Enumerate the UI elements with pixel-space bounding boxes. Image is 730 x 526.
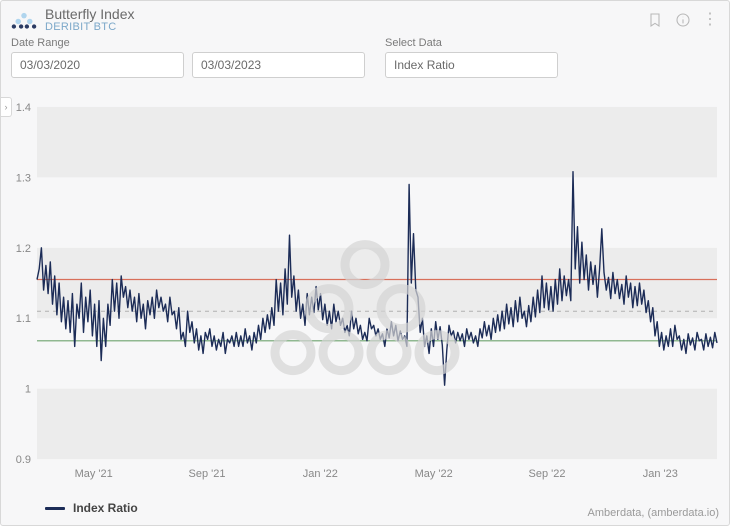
select-data-inputs — [385, 52, 558, 78]
chart-canvas[interactable]: 0.9 1 1.1 1.2 1.3 1.4 May '21 Sep '21 Jan '22 May… — [1, 99, 729, 485]
svg-text:0.9: 0.9 — [16, 454, 31, 466]
svg-text:1: 1 — [25, 384, 31, 396]
svg-text:Jan '22: Jan '22 — [303, 468, 338, 480]
svg-text:1.1: 1.1 — [16, 313, 31, 325]
svg-text:Sep '21: Sep '21 — [189, 468, 226, 480]
svg-text:1.2: 1.2 — [16, 243, 31, 255]
panel-title: Butterfly Index — [45, 7, 135, 21]
brand-logo — [11, 11, 37, 29]
svg-text:May '21: May '21 — [75, 468, 113, 480]
attribution-text: Amberdata, (amberdata.io) — [588, 507, 719, 519]
controls-row: Date Range Select Data — [1, 35, 729, 86]
panel-root: Butterfly Index DERIBIT BTC ⋮ Date Range… — [0, 0, 730, 526]
legend-swatch — [45, 507, 65, 510]
panel-subtitle: DERIBIT BTC — [45, 22, 135, 33]
collapse-toggle[interactable]: › — [1, 97, 12, 117]
select-data-label: Select Data — [385, 37, 558, 49]
date-range-inputs — [11, 52, 365, 78]
date-to-input[interactable] — [192, 52, 365, 78]
panel-header: Butterfly Index DERIBIT BTC ⋮ — [1, 1, 729, 35]
svg-text:1.4: 1.4 — [16, 102, 31, 114]
legend: Index Ratio — [45, 501, 138, 515]
select-data-group: Select Data — [385, 37, 558, 78]
title-block: Butterfly Index DERIBIT BTC — [45, 7, 135, 33]
info-icon[interactable] — [674, 11, 692, 29]
header-actions: ⋮ — [646, 11, 719, 29]
svg-text:1.3: 1.3 — [16, 172, 31, 184]
legend-series-label: Index Ratio — [73, 501, 138, 515]
date-range-group: Date Range — [11, 37, 365, 78]
bookmark-icon[interactable] — [646, 11, 664, 29]
date-from-input[interactable] — [11, 52, 184, 78]
svg-text:May '22: May '22 — [415, 468, 453, 480]
select-data-dropdown[interactable] — [385, 52, 558, 78]
chart-container: 0.9 1 1.1 1.2 1.3 1.4 May '21 Sep '21 Jan '22 May… — [1, 99, 729, 525]
date-range-label: Date Range — [11, 37, 365, 49]
svg-text:Sep '22: Sep '22 — [529, 468, 566, 480]
svg-text:Jan '23: Jan '23 — [643, 468, 678, 480]
